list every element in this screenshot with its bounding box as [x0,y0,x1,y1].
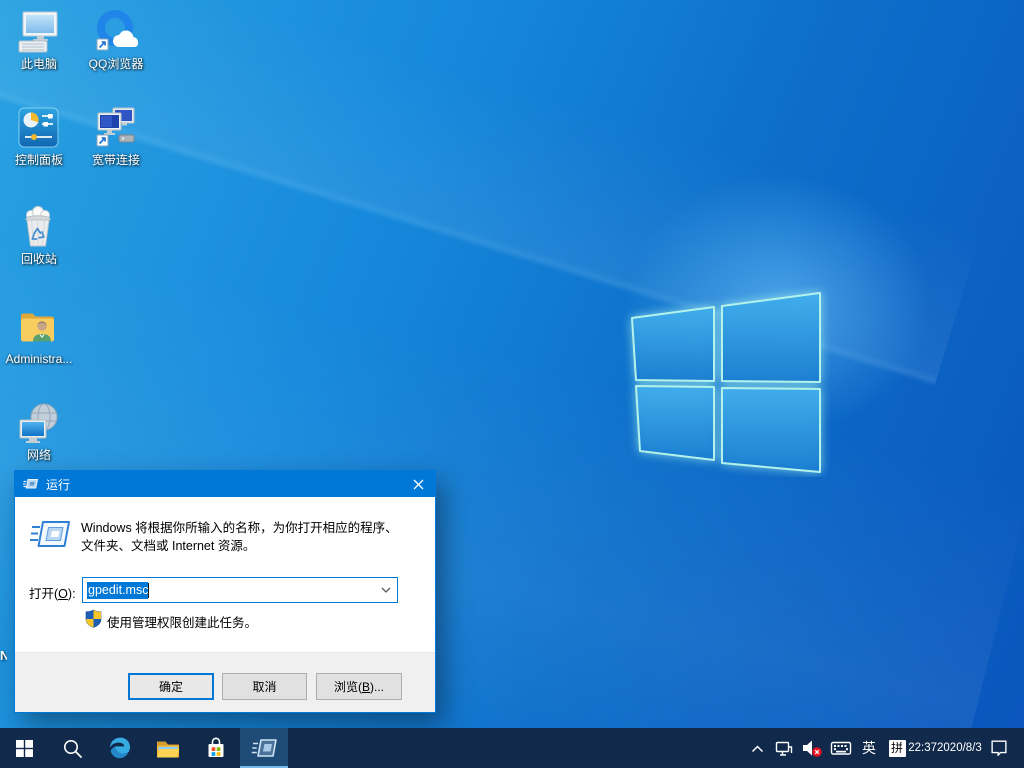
taskbar-store-button[interactable] [192,728,240,768]
browse-button[interactable]: 浏览(B)... [316,673,402,700]
run-dialog-titlebar[interactable]: 运行 [15,471,435,497]
tray-clock[interactable]: 22:37 2020/8/3 [912,728,978,768]
desktop-icon-this-pc[interactable]: 此电脑 [1,8,77,71]
desktop-icon-recycle-bin[interactable]: 回收站 [1,203,77,266]
tray-volume-muted[interactable] [797,728,826,768]
run-dialog-footer: 确定 取消 浏览(B)... [15,652,435,712]
broadband-icon [92,104,140,152]
control-panel-icon [15,104,63,152]
desktop-icon-label: 回收站 [21,252,57,266]
volume-muted-icon [800,737,823,759]
taskbar: 英 拼 22:37 2020/8/3 [0,728,1024,768]
desktop-icon-label: 控制面板 [15,153,63,167]
close-button[interactable] [401,471,435,497]
desktop-icon-label: QQ浏览器 [89,57,144,71]
desktop-icon-administrator-folder[interactable]: Administra... [1,303,77,366]
keyboard-icon [829,736,853,760]
taskbar-edge-button[interactable] [96,728,144,768]
microsoft-store-icon [203,735,229,761]
tray-network[interactable] [770,728,797,768]
run-icon [251,736,278,760]
edge-icon [107,735,133,761]
description-line-1: Windows 将根据你所输入的名称，为你打开相应的程序、 [81,520,398,538]
network-icon [15,399,63,447]
desktop-icon-control-panel[interactable]: 控制面板 [1,104,77,167]
desktop-icon-label: 宽带连接 [92,153,140,167]
desktop-icon-broadband[interactable]: 宽带连接 [78,104,154,167]
combobox-dropdown-button[interactable] [375,578,397,602]
run-dialog: 运行 Windows 将根据你所输入的名称，为你打开相应的程序、 文件夹、文档或… [14,470,436,713]
desktop: 此电脑 QQ浏览器 [0,0,1024,768]
open-combobox[interactable]: gpedit.msc [82,577,398,603]
tray-touch-keyboard[interactable] [826,728,856,768]
search-icon [62,738,83,759]
hidden-desktop-icon-label-fragment: N [0,648,7,665]
network-ethernet-icon [773,738,794,759]
qq-browser-icon [92,8,140,56]
run-dialog-body: Windows 将根据你所输入的名称，为你打开相应的程序、 文件夹、文档或 In… [15,497,435,652]
text-caret [148,583,149,598]
cancel-button[interactable]: 取消 [222,673,307,700]
clock-date: 2020/8/3 [937,741,982,755]
admin-privileges-note: 使用管理权限创建此任务。 [107,612,257,631]
recycle-bin-icon [15,203,63,251]
uac-shield-icon [85,609,102,628]
run-icon [29,517,71,553]
open-input-value[interactable]: gpedit.msc [87,582,148,599]
desktop-icon-label: 网络 [27,448,51,462]
start-button[interactable] [0,728,48,768]
desktop-icon-qq-browser[interactable]: QQ浏览器 [78,8,154,71]
desktop-icon-label: 此电脑 [21,57,57,71]
open-field-label: 打开(O): [29,583,76,602]
system-tray: 英 拼 22:37 2020/8/3 [744,728,1024,768]
taskbar-search-button[interactable] [48,728,96,768]
ok-button[interactable]: 确定 [128,673,214,700]
dialog-description: Windows 将根据你所输入的名称，为你打开相应的程序、 文件夹、文档或 In… [81,520,398,555]
windows-logo [618,285,830,477]
taskbar-file-explorer-button[interactable] [144,728,192,768]
ime-pinyin-icon: 拼 [889,740,906,757]
this-pc-icon [15,8,63,56]
description-line-2: 文件夹、文档或 Internet 资源。 [81,538,398,556]
action-center-icon [988,737,1010,759]
desktop-icon-label: Administra... [6,352,73,366]
user-folder-icon [15,303,63,351]
chevron-down-icon [381,587,391,593]
clock-time: 22:37 [908,741,937,755]
taskbar-run-button-active[interactable] [240,728,288,768]
desktop-icon-network[interactable]: 网络 [1,399,77,462]
tray-language-indicator[interactable]: 英 [856,728,882,768]
wallpaper-light-ray [0,0,983,534]
windows-start-icon [16,740,33,757]
file-explorer-icon [155,737,181,760]
run-window-icon [23,477,39,491]
tray-action-center[interactable] [978,728,1020,768]
close-icon [413,479,424,490]
tray-show-hidden-icons[interactable] [744,728,770,768]
dialog-title: 运行 [46,476,70,493]
chevron-up-icon [748,739,767,758]
